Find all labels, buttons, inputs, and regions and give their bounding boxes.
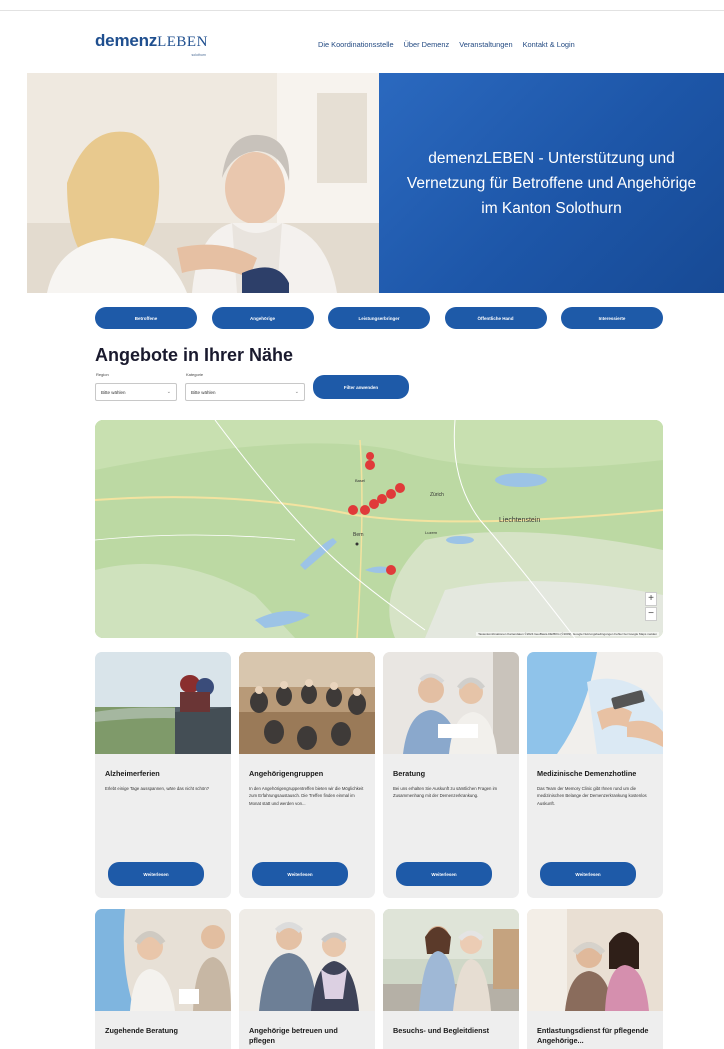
card-image-alzheimerferien bbox=[95, 652, 231, 754]
map-label-luzern: Luzern bbox=[425, 530, 438, 535]
logo-light-text: LEBEN bbox=[157, 34, 208, 50]
nav-kontakt-login[interactable]: Kontakt & Login bbox=[523, 40, 575, 49]
zoom-out-button[interactable]: − bbox=[645, 607, 657, 621]
audience-buttons: Betroffene Angehörige Leistungserbringer… bbox=[95, 307, 663, 329]
map-label-bern: Bern bbox=[353, 532, 364, 538]
category-value: Bitte wählen bbox=[191, 389, 216, 395]
interessierte-button[interactable]: Interessierte bbox=[561, 307, 663, 329]
read-more-button[interactable]: Weiterlesen bbox=[396, 862, 492, 886]
card-image-demenzhotline bbox=[527, 652, 663, 754]
card-title: Entlastungsdienst für pflegende Angehöri… bbox=[537, 1026, 649, 1045]
card-image-entlastungsdienst bbox=[527, 909, 663, 1011]
map-attribution: Tastenkombinationen Kartendaten ©2024 Ge… bbox=[476, 632, 659, 636]
card-title: Besuchs- und Begleitdienst bbox=[393, 1026, 490, 1035]
card-title: Angehörige betreuen und pflegen bbox=[249, 1026, 338, 1045]
card-text: Das Team der Memory Clinic gibt Ihnen ru… bbox=[537, 785, 647, 806]
offer-card[interactable]: Zugehende Beratung bbox=[95, 909, 231, 1049]
card-title: Angehörigengruppen bbox=[249, 769, 324, 778]
chevron-down-icon: ⌄ bbox=[166, 389, 171, 395]
logo-bold-text: demenz bbox=[95, 31, 158, 50]
card-title: Alzheimerferien bbox=[105, 769, 160, 778]
read-more-button[interactable]: Weiterlesen bbox=[540, 862, 636, 886]
offer-card[interactable]: Besuchs- und Begleitdienst bbox=[383, 909, 519, 1049]
map-canvas bbox=[95, 420, 663, 638]
leistungserbringer-button[interactable]: Leistungserbringer bbox=[328, 307, 430, 329]
logo-subtext: solothurn bbox=[191, 53, 206, 57]
hero-text-panel: demenzLEBEN - Unterstützung und Vernetzu… bbox=[379, 73, 724, 293]
card-image-beratung bbox=[383, 652, 519, 754]
card-text: In den Angehörigengruppentreffen bieten … bbox=[249, 785, 364, 806]
map-label-liechtenstein: Liechtenstein bbox=[499, 517, 541, 524]
offer-card[interactable]: Entlastungsdienst für pflegende Angehöri… bbox=[527, 909, 663, 1049]
offer-card[interactable]: Angehörige betreuen und pflegen bbox=[239, 909, 375, 1049]
card-image-zugehende-beratung bbox=[95, 909, 231, 1011]
offer-cards-row-2: Zugehende Beratung Angehörige betreuen u… bbox=[95, 909, 663, 1049]
card-title: Medizinische Demenzhotline bbox=[537, 769, 637, 778]
betroffene-button[interactable]: Betroffene bbox=[95, 307, 197, 329]
region-label: Region bbox=[96, 372, 109, 377]
card-image-besuchsdienst bbox=[383, 909, 519, 1011]
map-label-basel: Basel bbox=[355, 478, 366, 483]
category-label: Kategorie bbox=[186, 372, 204, 377]
main-nav: Die Koordinationsstelle Über Demenz Vera… bbox=[318, 40, 585, 49]
offers-map[interactable]: Zürich Bern Liechtenstein Basel Luzern +… bbox=[95, 420, 663, 638]
offer-card[interactable]: Alzheimerferien Erlebt einige Tage aussp… bbox=[95, 652, 231, 898]
region-value: Bitte wählen bbox=[101, 389, 126, 395]
map-label-zuerich: Zürich bbox=[430, 492, 444, 498]
filter-apply-button[interactable]: Filter anwenden bbox=[313, 375, 409, 399]
card-text: Bei uns erhalten Sie Auskunft zu sämtlic… bbox=[393, 785, 498, 799]
oeffentliche-hand-button[interactable]: Öffentliche Hand bbox=[444, 307, 547, 329]
card-text: Erlebt einige Tage ausspannen, wäre das … bbox=[105, 785, 210, 791]
hero-title: demenzLEBEN - Unterstützung und Vernetzu… bbox=[406, 149, 697, 217]
offer-cards-row-1: Alzheimerferien Erlebt einige Tage aussp… bbox=[95, 652, 663, 898]
card-title: Beratung bbox=[393, 769, 426, 778]
hero-banner: demenzLEBEN - Unterstützung und Vernetzu… bbox=[27, 73, 724, 293]
offer-card[interactable]: Beratung Bei uns erhalten Sie Auskunft z… bbox=[383, 652, 519, 898]
read-more-button[interactable]: Weiterlesen bbox=[108, 862, 204, 886]
offers-title: Angebote in Ihrer Nähe bbox=[95, 345, 294, 365]
card-title: Zugehende Beratung bbox=[105, 1026, 178, 1035]
nav-koordinationsstelle[interactable]: Die Koordinationsstelle bbox=[318, 40, 394, 49]
site-logo[interactable]: demenzLEBEN solothurn bbox=[95, 31, 208, 57]
category-select[interactable]: Bitte wählen ⌄ bbox=[185, 383, 305, 401]
offer-card[interactable]: Medizinische Demenzhotline Das Team der … bbox=[527, 652, 663, 898]
top-divider bbox=[0, 10, 724, 11]
offer-card[interactable]: Angehörigengruppen In den Angehörigengru… bbox=[239, 652, 375, 898]
hero-photo bbox=[27, 73, 379, 293]
region-select[interactable]: Bitte wählen ⌄ bbox=[95, 383, 177, 401]
zoom-in-button[interactable]: + bbox=[645, 592, 657, 606]
chevron-down-icon: ⌄ bbox=[294, 389, 299, 395]
nav-ueber-demenz[interactable]: Über Demenz bbox=[404, 40, 450, 49]
read-more-button[interactable]: Weiterlesen bbox=[252, 862, 348, 886]
card-image-angehoerigengruppen bbox=[239, 652, 375, 754]
nav-veranstaltungen[interactable]: Veranstaltungen bbox=[459, 40, 512, 49]
card-image-angehoerige-betreuen bbox=[239, 909, 375, 1011]
angehoerige-button[interactable]: Angehörige bbox=[211, 307, 314, 329]
